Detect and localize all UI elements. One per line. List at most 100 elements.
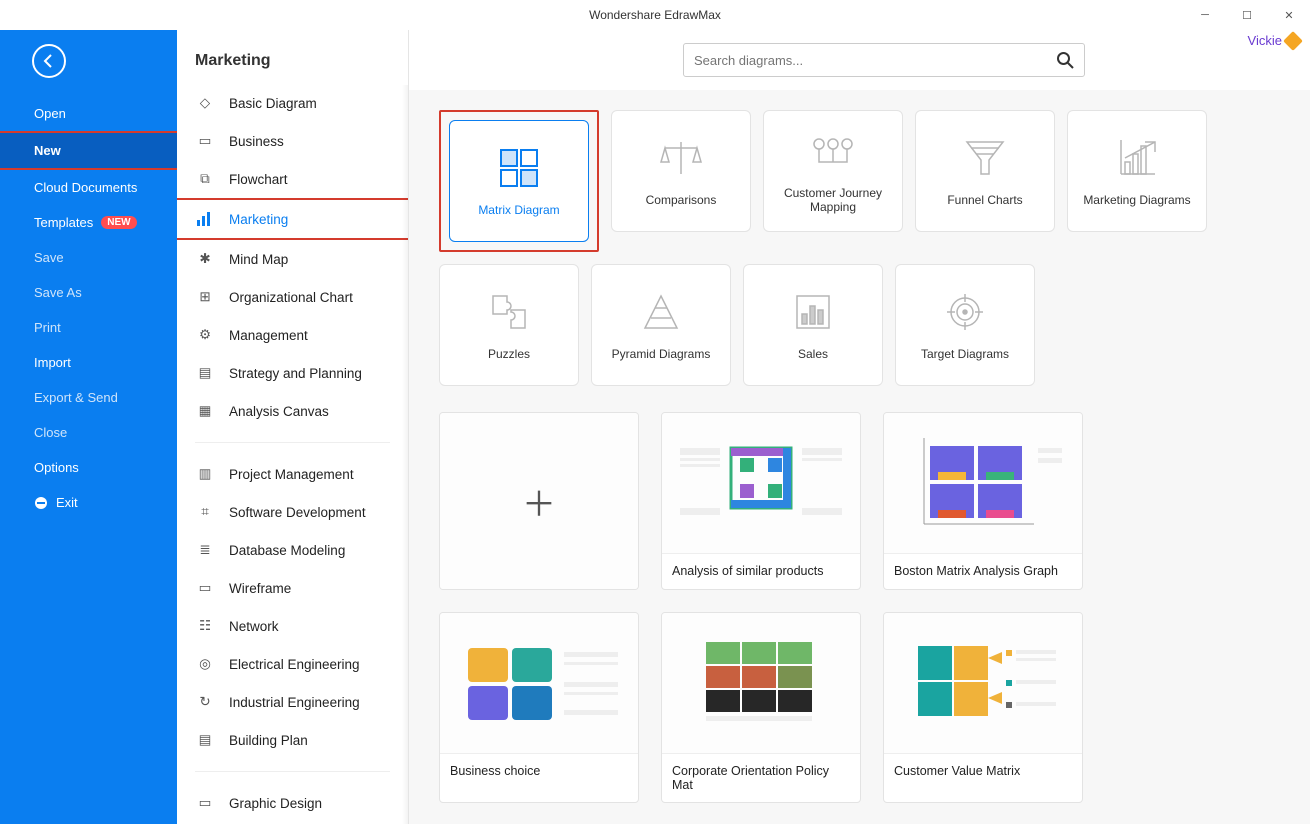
cat-graphic[interactable]: ▭Graphic Design	[177, 784, 408, 822]
cat-software[interactable]: ⌗Software Development	[177, 493, 408, 531]
user-badge[interactable]: Vickie	[1248, 33, 1300, 48]
cat-industrial[interactable]: ↻Industrial Engineering	[177, 683, 408, 721]
nav-save[interactable]: Save	[0, 240, 177, 275]
electrical-icon: ◎	[195, 654, 215, 674]
tile-matrix-diagram[interactable]: Matrix Diagram	[449, 120, 589, 242]
search-input[interactable]	[694, 53, 1056, 68]
nav-templates-label: Templates	[34, 215, 93, 230]
growth-icon	[1114, 135, 1160, 181]
template-preview	[440, 613, 638, 753]
tile-label: Matrix Diagram	[478, 203, 559, 217]
template-preview	[884, 613, 1082, 753]
management-icon: ⚙	[195, 325, 215, 345]
cat-strategy[interactable]: ▤Strategy and Planning	[177, 354, 408, 392]
tile-label: Comparisons	[646, 193, 717, 207]
search-box[interactable]	[683, 43, 1085, 77]
back-button[interactable]	[32, 44, 66, 78]
tile-comparisons[interactable]: Comparisons	[611, 110, 751, 232]
tile-sales[interactable]: Sales	[743, 264, 883, 386]
briefcase-icon: ▭	[195, 131, 215, 151]
titlebar: Wondershare EdrawMax ─ ☐ ✕	[0, 0, 1310, 30]
template-caption: Boston Matrix Analysis Graph	[884, 553, 1082, 588]
tree-icon: ⌗	[195, 502, 215, 522]
nav-save-as[interactable]: Save As	[0, 275, 177, 310]
graphic-icon: ▭	[195, 793, 215, 813]
tile-marketing-diagrams[interactable]: Marketing Diagrams	[1067, 110, 1207, 232]
tile-customer-journey[interactable]: Customer Journey Mapping	[763, 110, 903, 232]
category-sidebar: Marketing ◇Basic Diagram ▭Business ⧉Flow…	[177, 30, 409, 824]
badge-new: NEW	[101, 216, 136, 229]
cat-electrical[interactable]: ◎Electrical Engineering	[177, 645, 408, 683]
maximize-button[interactable]: ☐	[1226, 0, 1268, 30]
nav-close[interactable]: Close	[0, 415, 177, 450]
nav-export[interactable]: Export & Send	[0, 380, 177, 415]
main-panel: Matrix Diagram Comparisons Customer Jour…	[409, 30, 1310, 824]
tile-label: Target Diagrams	[921, 347, 1009, 361]
template-boston-matrix[interactable]: Boston Matrix Analysis Graph	[883, 412, 1083, 590]
cat-marketing[interactable]: Marketing	[177, 198, 409, 240]
cat-flowchart[interactable]: ⧉Flowchart	[177, 160, 408, 198]
puzzle-icon	[486, 289, 532, 335]
barchart-icon	[195, 209, 215, 229]
nav-new[interactable]: New	[0, 131, 179, 170]
grid-icon: ▦	[195, 401, 215, 421]
cat-building[interactable]: ▤Building Plan	[177, 721, 408, 759]
tile-label: Funnel Charts	[947, 193, 1022, 207]
nav-templates[interactable]: Templates NEW	[0, 205, 177, 240]
tile-funnel[interactable]: Funnel Charts	[915, 110, 1055, 232]
cat-management[interactable]: ⚙Management	[177, 316, 408, 354]
template-analysis-similar[interactable]: Analysis of similar products	[661, 412, 861, 590]
template-preview	[884, 413, 1082, 553]
cat-orgchart[interactable]: ⊞Organizational Chart	[177, 278, 408, 316]
gantt-icon: ▥	[195, 464, 215, 484]
tile-puzzles[interactable]: Puzzles	[439, 264, 579, 386]
file-sidebar: Open New Cloud Documents Templates NEW S…	[0, 30, 177, 824]
divider	[195, 771, 390, 772]
cat-wireframe[interactable]: ▭Wireframe	[177, 569, 408, 607]
nav-options[interactable]: Options	[0, 450, 177, 485]
template-business-choice[interactable]: Business choice	[439, 612, 639, 803]
nav-import[interactable]: Import	[0, 345, 177, 380]
journey-icon	[810, 128, 856, 174]
matrix-icon	[496, 145, 542, 191]
template-blank[interactable]: ＋	[439, 412, 639, 590]
strategy-icon: ▤	[195, 363, 215, 383]
flowchart-icon: ⧉	[195, 169, 215, 189]
template-customer-value[interactable]: Customer Value Matrix	[883, 612, 1083, 803]
user-name: Vickie	[1248, 33, 1282, 48]
nav-exit-label: Exit	[56, 495, 78, 510]
close-window-button[interactable]: ✕	[1268, 0, 1310, 30]
category-header: Marketing	[177, 30, 408, 84]
cat-network[interactable]: ☷Network	[177, 607, 408, 645]
orgchart-icon: ⊞	[195, 287, 215, 307]
building-icon: ▤	[195, 730, 215, 750]
wireframe-icon: ▭	[195, 578, 215, 598]
cat-project[interactable]: ▥Project Management	[177, 455, 408, 493]
industrial-icon: ↻	[195, 692, 215, 712]
tile-target[interactable]: Target Diagrams	[895, 264, 1035, 386]
template-preview	[662, 413, 860, 553]
funnel-icon	[962, 135, 1008, 181]
tile-pyramid[interactable]: Pyramid Diagrams	[591, 264, 731, 386]
template-caption: Business choice	[440, 753, 638, 788]
nav-exit[interactable]: Exit	[0, 485, 177, 520]
minimize-button[interactable]: ─	[1184, 0, 1226, 30]
tile-label: Puzzles	[488, 347, 530, 361]
shapes-icon: ◇	[195, 93, 215, 113]
divider	[195, 442, 390, 443]
cat-database[interactable]: ≣Database Modeling	[177, 531, 408, 569]
templates-grid: ＋	[439, 412, 1290, 803]
nav-cloud-documents[interactable]: Cloud Documents	[0, 170, 177, 205]
cat-business[interactable]: ▭Business	[177, 122, 408, 160]
cat-mindmap[interactable]: ✱Mind Map	[177, 240, 408, 278]
search-icon	[1056, 51, 1074, 69]
template-caption: Customer Value Matrix	[884, 753, 1082, 788]
nav-print[interactable]: Print	[0, 310, 177, 345]
template-corporate-orientation[interactable]: Corporate Orientation Policy Mat	[661, 612, 861, 803]
app-title: Wondershare EdrawMax	[589, 8, 721, 22]
cat-basic-diagram[interactable]: ◇Basic Diagram	[177, 84, 408, 122]
diagram-type-tiles: Matrix Diagram Comparisons Customer Jour…	[439, 110, 1290, 386]
nav-open[interactable]: Open	[0, 96, 177, 131]
pyramid-icon	[638, 289, 684, 335]
cat-analysis[interactable]: ▦Analysis Canvas	[177, 392, 408, 430]
